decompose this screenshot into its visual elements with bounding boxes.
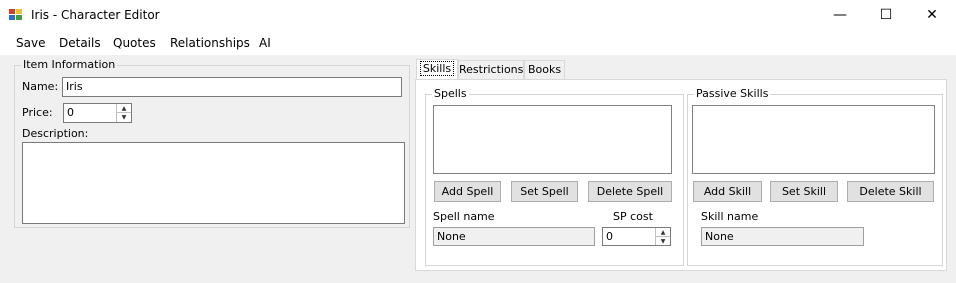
price-spinner[interactable]: ▲ ▼	[116, 104, 131, 122]
spin-up-icon[interactable]: ▲	[656, 228, 670, 237]
price-value: 0	[67, 106, 74, 119]
menu-relationships[interactable]: Relationships	[170, 36, 250, 50]
spells-legend: Spells	[432, 87, 469, 100]
set-skill-button[interactable]: Set Skill	[770, 181, 838, 202]
window-title: Iris - Character Editor	[31, 8, 160, 22]
spell-name-field: None	[433, 227, 595, 246]
app-icon	[9, 9, 23, 21]
menu-bar: Save Details Quotes Relationships AI	[0, 31, 956, 55]
spin-down-icon[interactable]: ▼	[117, 113, 131, 122]
maximize-button[interactable]: ☐	[863, 0, 909, 31]
add-spell-button[interactable]: Add Spell	[434, 181, 501, 202]
spell-name-label: Spell name	[433, 210, 495, 223]
delete-spell-button[interactable]: Delete Spell	[588, 181, 672, 202]
spin-up-icon[interactable]: ▲	[117, 104, 131, 113]
menu-quotes[interactable]: Quotes	[113, 36, 156, 50]
spells-list[interactable]	[433, 105, 672, 174]
skill-name-field: None	[701, 227, 864, 246]
title-bar: Iris - Character Editor — ☐ ✕	[0, 0, 956, 31]
name-label: Name:	[22, 80, 59, 93]
tab-books[interactable]: Books	[524, 60, 565, 79]
item-information-legend: Item Information	[21, 58, 118, 71]
minimize-button[interactable]: —	[817, 0, 863, 31]
tab-restrictions[interactable]: Restrictions	[458, 60, 524, 79]
add-skill-button[interactable]: Add Skill	[693, 181, 762, 202]
description-textarea[interactable]	[22, 142, 405, 224]
name-input[interactable]: Iris	[62, 77, 402, 97]
menu-ai[interactable]: AI	[259, 36, 271, 50]
delete-skill-button[interactable]: Delete Skill	[847, 181, 934, 202]
price-label: Price:	[22, 106, 53, 119]
skill-name-label: Skill name	[701, 210, 759, 223]
description-label: Description:	[22, 127, 89, 140]
sp-cost-value: 0	[606, 230, 613, 243]
sp-cost-spinner[interactable]: ▲ ▼	[655, 228, 670, 245]
menu-details[interactable]: Details	[59, 36, 101, 50]
set-spell-button[interactable]: Set Spell	[511, 181, 578, 202]
passive-skills-list[interactable]	[692, 105, 935, 174]
sp-cost-label: SP cost	[613, 210, 653, 223]
sp-cost-stepper[interactable]: 0 ▲ ▼	[602, 227, 671, 246]
price-stepper[interactable]: 0 ▲ ▼	[63, 103, 132, 123]
close-button[interactable]: ✕	[909, 0, 955, 31]
passive-skills-legend: Passive Skills	[694, 87, 771, 100]
menu-save[interactable]: Save	[16, 36, 45, 50]
tab-skills[interactable]: Skills	[416, 59, 458, 80]
tab-skills-label: Skills	[419, 61, 455, 76]
spin-down-icon[interactable]: ▼	[656, 237, 670, 246]
